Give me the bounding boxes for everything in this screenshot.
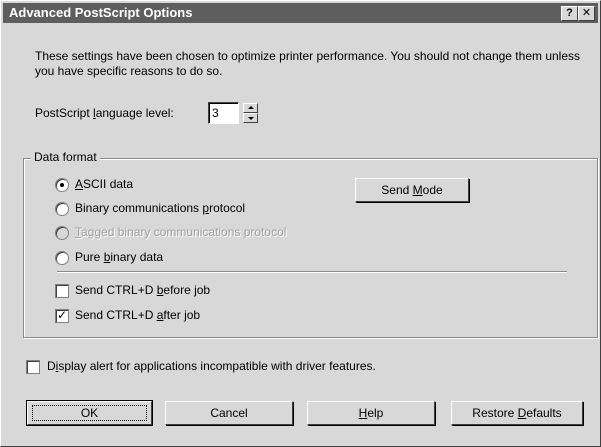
- radio-pure-binary-data[interactable]: [55, 251, 69, 265]
- tagged-binary-communications-protocol-label: Tagged binary communications protocol: [75, 225, 287, 239]
- display-alert-label[interactable]: Display alert for applications incompati…: [47, 359, 376, 373]
- cancel-button[interactable]: Cancel: [165, 401, 293, 425]
- question-mark-icon: ?: [566, 7, 573, 19]
- checkmark-icon: ✓: [57, 308, 68, 322]
- radio-ascii-data[interactable]: [55, 178, 69, 192]
- display-alert-checkbox[interactable]: [26, 360, 40, 374]
- data-format-separator: [57, 271, 567, 273]
- window-title: Advanced PostScript Options: [9, 5, 193, 20]
- language-level-spinner: [243, 103, 258, 124]
- restore-defaults-button[interactable]: Restore Defaults: [451, 401, 583, 425]
- pure-binary-data-label[interactable]: Pure binary data: [75, 250, 163, 264]
- arrow-down-icon: [248, 117, 254, 120]
- focus-rectangle: [32, 405, 147, 421]
- arrow-up-icon: [248, 106, 254, 109]
- title-bar[interactable]: Advanced PostScript Options ? ✕: [3, 3, 598, 23]
- advanced-postscript-options-dialog: Advanced PostScript Options ? ✕ These se…: [0, 0, 601, 447]
- close-icon: ✕: [581, 7, 592, 19]
- ctrl-d-before-job-checkbox[interactable]: [55, 284, 69, 298]
- radio-binary-communications-protocol[interactable]: [55, 202, 69, 216]
- ascii-data-label[interactable]: ASCII data: [75, 177, 133, 191]
- radio-tagged-binary-communications-protocol: [55, 226, 69, 240]
- ctrl-d-after-job-checkbox[interactable]: ✓: [55, 309, 69, 323]
- language-level-label: PostScript language level:: [35, 106, 174, 120]
- ctrl-d-before-job-label[interactable]: Send CTRL+D before job: [75, 283, 210, 297]
- language-level-input[interactable]: 3: [208, 102, 239, 124]
- description-text: These settings have been chosen to optim…: [35, 49, 581, 78]
- send-mode-button[interactable]: Send Mode: [355, 178, 469, 202]
- spin-up-button[interactable]: [243, 103, 258, 113]
- spin-down-button[interactable]: [243, 113, 258, 123]
- binary-communications-protocol-label[interactable]: Binary communications protocol: [75, 201, 245, 215]
- close-title-button[interactable]: ✕: [578, 6, 595, 21]
- data-format-title: Data format: [31, 150, 100, 164]
- ctrl-d-after-job-label[interactable]: Send CTRL+D after job: [75, 308, 200, 322]
- help-button[interactable]: Help: [307, 401, 435, 425]
- radio-selected-dot: [60, 183, 64, 187]
- help-title-button[interactable]: ?: [561, 6, 578, 21]
- ok-button[interactable]: OK: [26, 400, 153, 426]
